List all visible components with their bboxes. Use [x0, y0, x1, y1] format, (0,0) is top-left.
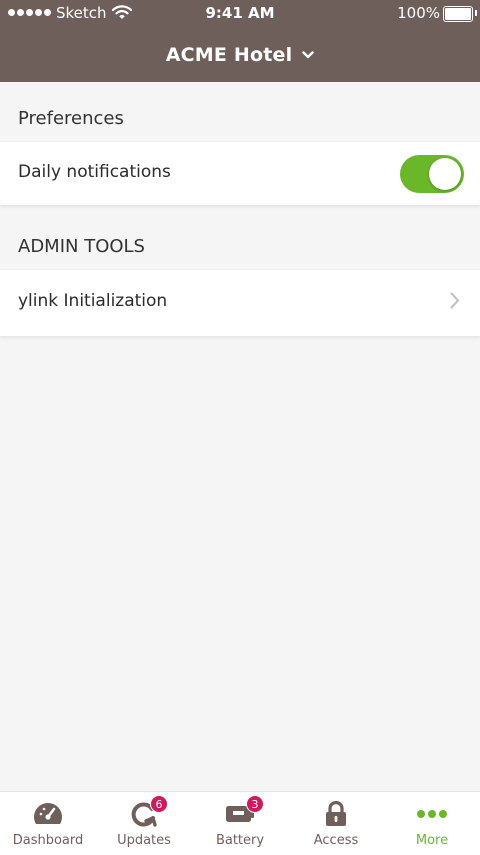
preferences-section-title: Preferences [18, 108, 124, 129]
tab-access[interactable]: Access [288, 792, 384, 855]
property-title: ACME Hotel [165, 44, 293, 66]
app-header: Sketch 9:41 AM 100% ACME Hotel [0, 0, 480, 82]
toggle-knob [429, 158, 461, 190]
ylink-initialization-label: ylink Initialization [18, 291, 168, 311]
battery-badge: 3 [246, 795, 264, 813]
tab-battery[interactable]: 3 Battery [192, 792, 288, 855]
chevron-down-icon [302, 51, 314, 59]
tab-dashboard[interactable]: Dashboard [0, 792, 96, 855]
tab-label-dashboard: Dashboard [12, 833, 84, 848]
gauge-icon [32, 800, 64, 828]
tab-label-more: More [415, 833, 449, 848]
tab-label-battery: Battery [215, 833, 265, 848]
admin-tools-section-title: ADMIN TOOLS [18, 236, 145, 257]
tab-label-updates: Updates [117, 833, 171, 848]
daily-notifications-label: Daily notifications [18, 162, 171, 182]
ylink-initialization-row[interactable]: ylink Initialization [0, 270, 480, 336]
tab-more[interactable]: More [384, 792, 480, 855]
chevron-right-icon [450, 292, 460, 313]
tab-bar: Dashboard 6 Updates 3 Battery Access Mor… [0, 791, 480, 855]
status-battery-icon [443, 6, 477, 22]
daily-notifications-toggle[interactable] [400, 155, 464, 193]
lock-icon [320, 800, 352, 828]
battery-percentage: 100% [397, 4, 440, 22]
status-bar: Sketch 9:41 AM 100% [0, 0, 480, 26]
tab-label-access: Access [313, 833, 359, 848]
more-dots-icon [416, 800, 448, 828]
daily-notifications-row: Daily notifications [0, 142, 480, 205]
tab-updates[interactable]: 6 Updates [96, 792, 192, 855]
updates-badge: 6 [150, 795, 168, 813]
property-selector[interactable]: ACME Hotel [0, 40, 480, 70]
